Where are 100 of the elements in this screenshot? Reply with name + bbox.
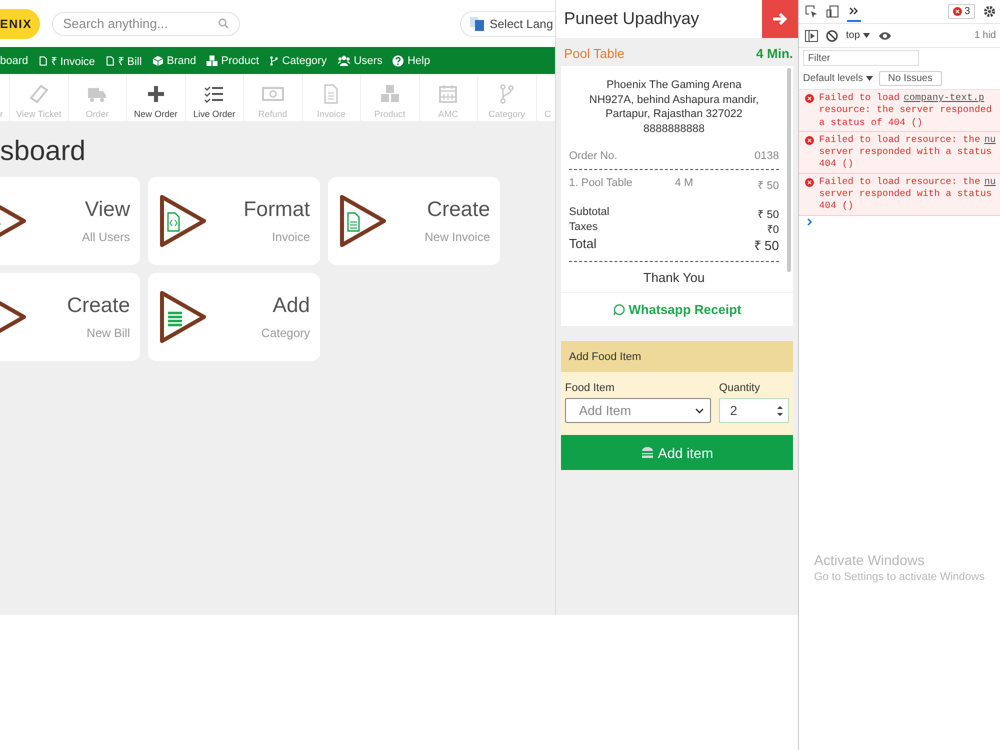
card-title: Add bbox=[272, 294, 310, 318]
issues-button[interactable]: No Issues bbox=[879, 71, 942, 86]
settings-icon[interactable] bbox=[983, 5, 996, 18]
nav-item[interactable]: Category bbox=[269, 54, 327, 66]
translate-icon bbox=[468, 16, 485, 32]
cubes-icon bbox=[206, 54, 218, 66]
field-label: Food Item bbox=[565, 382, 616, 394]
card-title: View bbox=[84, 198, 130, 222]
duration: 4 Min. bbox=[756, 46, 793, 60]
page-title: sboard bbox=[0, 135, 87, 167]
device-icon[interactable] bbox=[826, 5, 839, 18]
search-field[interactable]: Search anything... bbox=[52, 12, 240, 36]
error-message: Failed to load company-text.p resource: the server responded a status of 404 () bbox=[819, 92, 992, 129]
total-label: Subtotal bbox=[569, 206, 610, 220]
customer-name: Puneet Upadhyay bbox=[563, 9, 700, 29]
cube-icon bbox=[152, 54, 164, 66]
context-select[interactable]: top bbox=[846, 30, 870, 41]
caret-icon bbox=[862, 33, 870, 38]
ticket-icon bbox=[28, 83, 50, 105]
chat-icon bbox=[612, 304, 625, 316]
exit-button[interactable] bbox=[762, 0, 798, 38]
item-quantity: 4 M bbox=[674, 177, 694, 191]
order-number: 0138 bbox=[754, 150, 779, 162]
branch-icon bbox=[269, 54, 280, 66]
card-subtitle: Category bbox=[261, 326, 310, 340]
filter-field[interactable]: Filter bbox=[803, 50, 919, 66]
card-title: Format bbox=[243, 198, 310, 222]
error-icon bbox=[805, 178, 814, 187]
caret-icon bbox=[695, 408, 704, 414]
logo[interactable]: ENIX bbox=[0, 8, 40, 38]
source-link[interactable]: nu bbox=[984, 176, 996, 187]
error-message: Failed to load resource: the nu server responded with a status 404 () bbox=[819, 176, 996, 213]
arrow-right-icon bbox=[772, 12, 788, 26]
section-title: Add Food Item bbox=[561, 341, 793, 372]
error-icon bbox=[805, 94, 814, 103]
users-icon bbox=[336, 54, 351, 66]
dashboard-card[interactable]: View All Users bbox=[0, 177, 140, 265]
field-label: Quantity bbox=[719, 382, 761, 394]
card-title: Create bbox=[66, 294, 130, 318]
source-link[interactable]: nu bbox=[984, 134, 996, 145]
total-value: ₹0 bbox=[766, 223, 779, 236]
total-label: Total bbox=[569, 236, 596, 253]
nav-item[interactable]: ₹ Invoice bbox=[38, 53, 96, 68]
address-line: Partapur, Rajasthan 327022 bbox=[604, 107, 744, 122]
address-line: NH927A, behind Ashapura mandir, bbox=[588, 92, 760, 107]
activation-title: Activate Windows bbox=[814, 552, 926, 568]
calendar-icon bbox=[437, 83, 460, 105]
item-name: 1. Pool Table bbox=[569, 177, 634, 191]
whatsapp-button[interactable]: Whatsapp Receipt bbox=[561, 293, 793, 326]
food-item-select[interactable]: Add Item bbox=[565, 398, 711, 423]
total-label: Taxes bbox=[569, 221, 598, 235]
card-subtitle: New Bill bbox=[86, 326, 130, 340]
sidebar-icon[interactable] bbox=[805, 30, 818, 42]
add-item-button[interactable]: Add item bbox=[561, 435, 793, 470]
eye-icon[interactable] bbox=[878, 30, 892, 40]
scrollbar[interactable] bbox=[787, 68, 791, 272]
toolbar-button[interactable]: Live Order bbox=[186, 74, 244, 121]
caret-icon bbox=[866, 76, 874, 81]
address-line: 8888888888 bbox=[642, 122, 706, 136]
levels-select[interactable]: Default levels bbox=[803, 73, 874, 84]
card-title: Create bbox=[426, 198, 490, 222]
cubes-icon bbox=[378, 83, 401, 105]
nav-item[interactable]: ₹ Bill bbox=[105, 53, 142, 68]
clear-icon[interactable] bbox=[826, 30, 838, 42]
error-message: Failed to load resource: the nu server responded with a status 404 () bbox=[819, 134, 996, 171]
dashboard-card[interactable]: Add Category bbox=[148, 273, 320, 361]
nav-item[interactable]: Users bbox=[336, 54, 382, 66]
source-link[interactable]: company-text.p bbox=[904, 92, 984, 103]
address-line: Phoenix The Gaming Arena bbox=[606, 78, 742, 92]
total-value: ₹ 50 bbox=[754, 237, 779, 254]
nav-item[interactable]: Help bbox=[392, 54, 430, 66]
dashboard-card[interactable]: Create New Bill bbox=[0, 273, 140, 361]
table-name: Pool Table bbox=[564, 46, 624, 60]
search-icon bbox=[218, 18, 230, 29]
activation-text: Go to Settings to activate Windows bbox=[814, 571, 985, 583]
order-label: Order No. bbox=[569, 150, 618, 162]
nav-item[interactable]: Brand bbox=[152, 54, 196, 66]
dashboard-card[interactable]: Create New Invoice bbox=[328, 177, 500, 265]
help-icon bbox=[392, 54, 404, 66]
file-icon bbox=[38, 54, 48, 66]
error-icon bbox=[805, 136, 814, 145]
inspect-icon[interactable] bbox=[805, 5, 818, 18]
total-value: ₹ 50 bbox=[758, 208, 779, 221]
nav-item[interactable]: Product bbox=[206, 54, 260, 66]
error-count-badge[interactable]: 3 bbox=[948, 4, 975, 19]
hidden-count: 1 hid bbox=[974, 30, 996, 41]
language-button[interactable]: Select Lang bbox=[460, 10, 555, 36]
prompt-icon bbox=[807, 218, 813, 226]
spinner-icon bbox=[776, 404, 784, 418]
quantity-field[interactable]: 2 bbox=[719, 398, 789, 423]
card-subtitle: Invoice bbox=[272, 230, 310, 244]
card-subtitle: New Invoice bbox=[424, 230, 490, 244]
error-icon bbox=[953, 7, 962, 16]
nav-item[interactable]: board bbox=[0, 54, 28, 66]
burger-icon bbox=[640, 446, 654, 459]
card-subtitle: All Users bbox=[82, 230, 130, 244]
toolbar-button[interactable]: New Order bbox=[127, 74, 186, 121]
dashboard-card[interactable]: Format Invoice bbox=[148, 177, 320, 265]
item-price: ₹ 50 bbox=[756, 179, 779, 192]
thank-you-text: Thank You bbox=[642, 270, 706, 285]
